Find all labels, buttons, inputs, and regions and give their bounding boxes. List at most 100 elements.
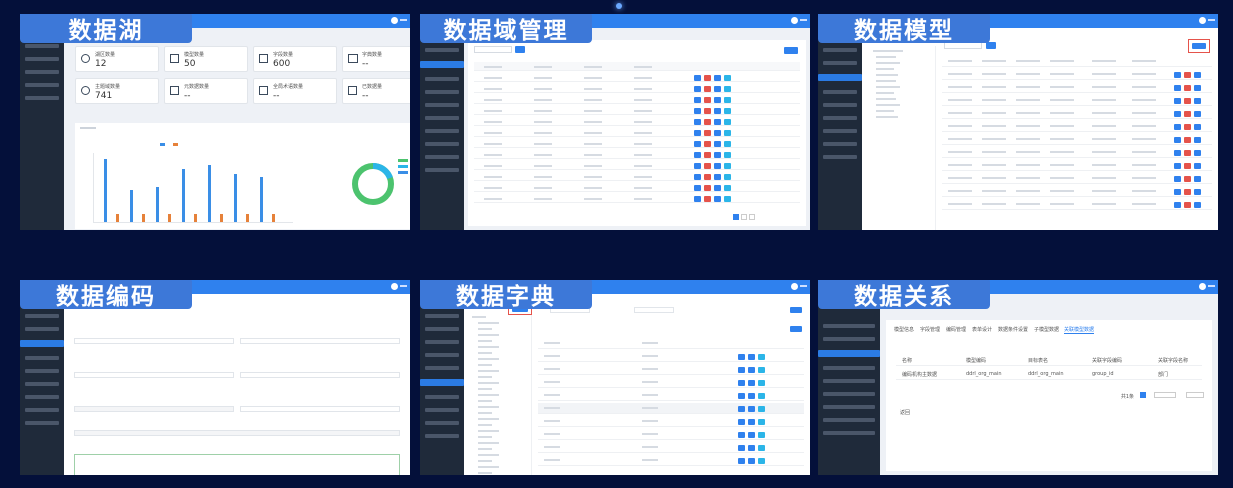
sidebar-item[interactable] bbox=[823, 431, 875, 435]
row-action-button[interactable] bbox=[758, 380, 765, 386]
row-action-button[interactable] bbox=[714, 163, 721, 169]
table-row[interactable] bbox=[474, 194, 800, 203]
sidebar-item[interactable] bbox=[823, 48, 857, 52]
row-action-button[interactable] bbox=[748, 354, 755, 360]
row-action-button[interactable] bbox=[738, 458, 745, 464]
table-row[interactable] bbox=[538, 377, 804, 388]
search-button[interactable] bbox=[790, 307, 802, 313]
row-action-button[interactable] bbox=[1184, 163, 1191, 169]
sidebar-item[interactable] bbox=[425, 408, 459, 412]
row-action-button[interactable] bbox=[724, 174, 731, 180]
row-action-button[interactable] bbox=[1194, 111, 1201, 117]
row-action-button[interactable] bbox=[738, 445, 745, 451]
sidebar-item[interactable] bbox=[425, 103, 459, 107]
page-size-select[interactable] bbox=[1154, 392, 1176, 398]
row-action-button[interactable] bbox=[738, 380, 745, 386]
sidebar-item[interactable] bbox=[25, 44, 59, 48]
table-row[interactable] bbox=[474, 128, 800, 137]
table-row[interactable] bbox=[538, 429, 804, 440]
avatar[interactable] bbox=[391, 17, 398, 24]
row-action-button[interactable] bbox=[758, 419, 765, 425]
row-action-button[interactable] bbox=[694, 75, 701, 81]
row-action-button[interactable] bbox=[1194, 163, 1201, 169]
table-row[interactable] bbox=[474, 106, 800, 115]
table-row[interactable] bbox=[474, 95, 800, 104]
sidebar-item[interactable] bbox=[425, 90, 459, 94]
table-row[interactable] bbox=[538, 390, 804, 401]
row-action-button[interactable] bbox=[748, 432, 755, 438]
row-action-button[interactable] bbox=[714, 141, 721, 147]
row-action-button[interactable] bbox=[714, 196, 721, 202]
sidebar-item[interactable] bbox=[25, 57, 59, 61]
sidebar-item[interactable] bbox=[25, 314, 59, 318]
table-row[interactable] bbox=[942, 147, 1212, 158]
row-action-button[interactable] bbox=[1184, 176, 1191, 182]
row-action-button[interactable] bbox=[714, 86, 721, 92]
sidebar-item[interactable] bbox=[823, 337, 875, 341]
row-action-button[interactable] bbox=[694, 130, 701, 136]
row-action-button[interactable] bbox=[748, 419, 755, 425]
row-action-button[interactable] bbox=[1194, 124, 1201, 130]
sidebar-item[interactable] bbox=[425, 434, 459, 438]
sidebar-item[interactable] bbox=[823, 155, 857, 159]
row-action-button[interactable] bbox=[724, 163, 731, 169]
row-action-button[interactable] bbox=[758, 367, 765, 373]
sidebar-item[interactable] bbox=[25, 70, 59, 74]
sidebar-item[interactable] bbox=[823, 392, 875, 396]
table-row[interactable] bbox=[474, 117, 800, 126]
row-action-button[interactable] bbox=[714, 75, 721, 81]
row-action-button[interactable] bbox=[758, 445, 765, 451]
back-button[interactable]: 返回 bbox=[900, 409, 910, 416]
sidebar-item[interactable] bbox=[425, 155, 459, 159]
sidebar-item[interactable] bbox=[823, 418, 875, 422]
table-row[interactable] bbox=[538, 416, 804, 427]
row-action-button[interactable] bbox=[748, 393, 755, 399]
row-action-button[interactable] bbox=[724, 141, 731, 147]
table-row[interactable] bbox=[474, 161, 800, 170]
row-action-button[interactable] bbox=[694, 196, 701, 202]
row-action-button[interactable] bbox=[704, 108, 711, 114]
sidebar-item[interactable] bbox=[25, 96, 59, 100]
sidebar-item[interactable] bbox=[25, 408, 59, 412]
search-input[interactable] bbox=[474, 46, 512, 53]
table-row[interactable] bbox=[942, 160, 1212, 171]
row-action-button[interactable] bbox=[704, 119, 711, 125]
row-action-button[interactable] bbox=[1174, 137, 1181, 143]
row-action-button[interactable] bbox=[738, 419, 745, 425]
row-action-button[interactable] bbox=[704, 185, 711, 191]
row-action-button[interactable] bbox=[1194, 176, 1201, 182]
sidebar-item[interactable] bbox=[823, 379, 875, 383]
row-action-button[interactable] bbox=[724, 196, 731, 202]
sidebar-item[interactable] bbox=[425, 314, 459, 318]
tab-sub-model-data[interactable]: 子模型数据 bbox=[1034, 326, 1059, 333]
row-action-button[interactable] bbox=[694, 97, 701, 103]
row-action-button[interactable] bbox=[704, 130, 711, 136]
sidebar-item[interactable] bbox=[425, 421, 459, 425]
table-row[interactable] bbox=[942, 56, 1212, 67]
tree-node[interactable] bbox=[478, 334, 499, 336]
sidebar-item[interactable] bbox=[425, 129, 459, 133]
search-button[interactable] bbox=[986, 42, 996, 49]
tree-node[interactable] bbox=[478, 400, 492, 402]
row-action-button[interactable] bbox=[694, 108, 701, 114]
row-action-button[interactable] bbox=[1194, 85, 1201, 91]
avatar[interactable] bbox=[391, 283, 398, 290]
row-action-button[interactable] bbox=[748, 458, 755, 464]
row-action-button[interactable] bbox=[1184, 189, 1191, 195]
row-action-button[interactable] bbox=[1184, 202, 1191, 208]
avatar[interactable] bbox=[1199, 17, 1206, 24]
tree-node[interactable] bbox=[478, 418, 499, 420]
pager-3[interactable] bbox=[749, 214, 755, 220]
sidebar-item[interactable] bbox=[425, 395, 459, 399]
tree-node[interactable] bbox=[478, 436, 492, 438]
row-action-button[interactable] bbox=[758, 432, 765, 438]
row-action-button[interactable] bbox=[714, 185, 721, 191]
sidebar-item[interactable] bbox=[425, 366, 459, 370]
row-action-button[interactable] bbox=[724, 86, 731, 92]
row-action-button[interactable] bbox=[758, 354, 765, 360]
row-action-button[interactable] bbox=[714, 108, 721, 114]
search-button[interactable] bbox=[515, 46, 525, 53]
row-action-button[interactable] bbox=[724, 152, 731, 158]
tree-node[interactable] bbox=[478, 358, 499, 360]
row-action-button[interactable] bbox=[724, 108, 731, 114]
